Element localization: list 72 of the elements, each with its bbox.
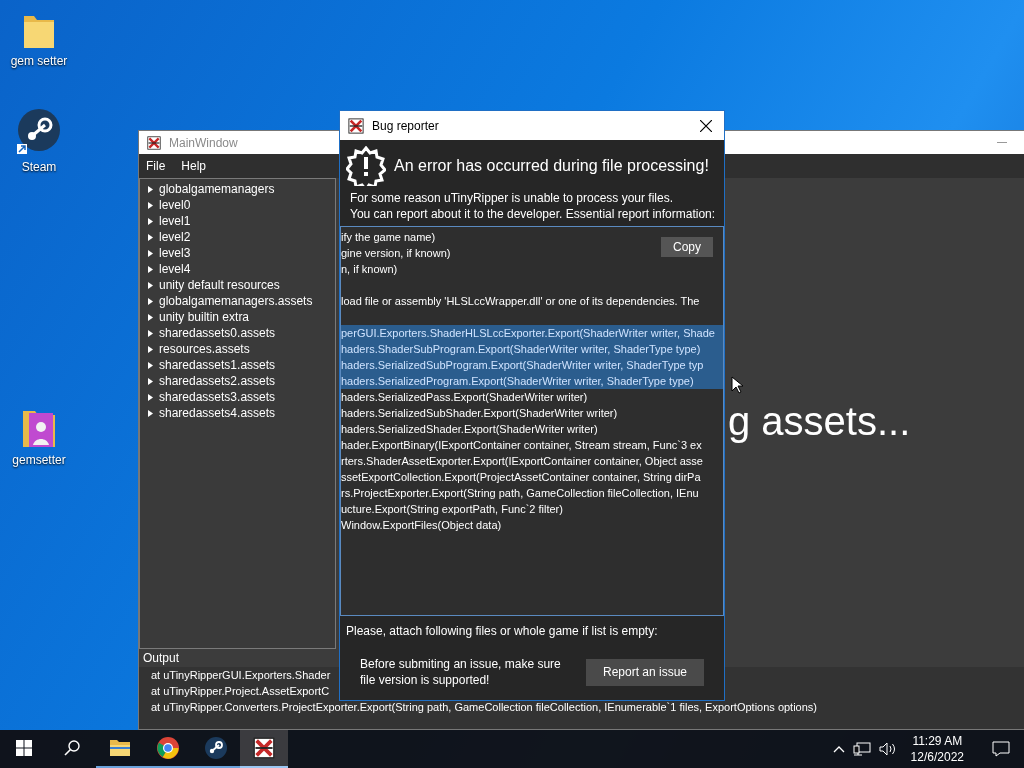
report-line: ucture.Export(String exportPath, Func`2 filter) (341, 502, 563, 517)
report-line: rters.ShaderAssetExporter.Export(IExportContainer container, Object asse (341, 454, 703, 469)
cursor-icon (731, 376, 743, 394)
output-line: at uTinyRipper.Project.AssetExportC (151, 685, 330, 697)
close-icon (700, 119, 712, 132)
output-line: at uTinyRipper.Converters.ProjectExporter.Export(String path, GameCollection fileCollection, IEnumerable`1 files, ExportOptions options) (151, 701, 817, 713)
chevron-up-icon[interactable] (832, 745, 845, 753)
output-line: at uTinyRipperGUI.Exporters.Shader (151, 669, 331, 681)
report-line: perGUI.Exporters.ShaderHLSLccExporter.Export(ShaderWriter writer, Shade (341, 326, 715, 341)
report-line: ssetExportCollection.Export(ProjectAssetContainer container, String dirPa (341, 470, 701, 485)
copy-button[interactable]: Copy (661, 237, 713, 257)
tree-item[interactable]: globalgamemanagers.assets (159, 294, 313, 308)
volume-icon[interactable] (878, 742, 897, 756)
report-line: hader.ExportBinary(IExportContainer container, Stream stream, Func`3 ex (341, 438, 702, 453)
attach-label: Please, attach following files or whole game if list is empty: (345, 623, 659, 638)
chrome-icon (156, 736, 180, 760)
tree-item[interactable]: level1 (159, 214, 191, 228)
desktop-icon-label[interactable]: Steam (21, 160, 57, 174)
minimize-icon[interactable] (997, 141, 1007, 144)
window-title: Bug reporter (372, 118, 439, 133)
tree-item[interactable]: unity builtin extra (159, 310, 250, 324)
report-line: haders.SerializedSubProgram.Export(ShaderWriter writer, ShaderType typ (341, 358, 704, 373)
search-icon (64, 740, 80, 756)
steam-icon (15, 108, 63, 156)
status-text: g assets... (728, 400, 911, 441)
network-icon[interactable] (852, 742, 871, 756)
app-icon (348, 117, 364, 134)
report-textbox[interactable] (340, 226, 724, 616)
folder-icon (109, 739, 131, 757)
clock-date[interactable]: 12/6/2022 (910, 749, 964, 765)
app-icon (147, 135, 161, 150)
window-title: MainWindow (169, 135, 238, 150)
note-text: Before submiting an issue, make sure file version is supported! (360, 656, 562, 688)
tree-item[interactable]: sharedassets1.assets (159, 358, 276, 372)
tree-item[interactable]: level2 (159, 230, 191, 244)
report-line: haders.SerializedSubShader.Export(ShaderWriter writer) (341, 406, 618, 421)
report-line: load file or assembly 'HLSLccWrapper.dll' or one of its dependencies. The (341, 294, 700, 309)
menu-item[interactable]: File (146, 159, 166, 173)
tree-item[interactable]: sharedassets0.assets (159, 326, 276, 340)
notification-icon[interactable] (992, 741, 1010, 757)
windows-icon (16, 740, 32, 756)
taskbar-app[interactable] (240, 730, 288, 768)
tree-item[interactable]: level0 (159, 198, 191, 212)
tree-item[interactable]: sharedassets3.assets (159, 390, 276, 404)
tree-item[interactable]: level4 (159, 262, 191, 276)
report-issue-button[interactable]: Report an issue (586, 658, 704, 686)
tree-item[interactable]: unity default resources (159, 278, 280, 292)
desktop-icon-label[interactable]: gemsetter (12, 453, 66, 467)
report-line: n, if known) (341, 262, 398, 277)
warning-icon (346, 146, 386, 186)
report-line: rs.ProjectExporter.Export(String path, GameCollection fileCollection, IEnu (341, 486, 699, 501)
report-line: haders.SerializedShader.Export(ShaderWriter writer) (341, 422, 598, 437)
error-message: You can report about it to the developer. Essential report information: (349, 206, 717, 222)
steam-icon (204, 736, 228, 760)
report-line: haders.SerializedPass.Export(ShaderWriter writer) (341, 390, 588, 405)
error-heading: An error has occurred during file processing! (394, 157, 709, 175)
report-line: Window.ExportFiles(Object data) (341, 518, 502, 533)
report-line: gine version, if known) (341, 246, 451, 261)
tree-item[interactable]: level3 (159, 246, 191, 260)
output-title: Output (143, 651, 180, 665)
report-line: haders.ShaderSubProgram.Export(ShaderWriter writer, ShaderType type) (341, 342, 701, 357)
menu-item[interactable]: Help (181, 159, 207, 173)
tree-item[interactable]: sharedassets2.assets (159, 374, 276, 388)
report-line: haders.SerializedProgram.Export(ShaderWriter writer, ShaderType type) (341, 374, 694, 389)
tree-item[interactable]: sharedassets4.assets (159, 406, 276, 420)
tree-item[interactable]: globalgamemanagers (159, 182, 275, 196)
clock-time[interactable]: 11:29 AM (912, 733, 963, 749)
desktop-icon-label[interactable]: gem setter (10, 54, 68, 68)
error-message: For some reason uTinyRipper is unable to process your files. (349, 190, 675, 206)
app-icon (253, 737, 275, 759)
report-line: ify the game name) (341, 230, 436, 245)
tree-item[interactable]: resources.assets (159, 342, 250, 356)
